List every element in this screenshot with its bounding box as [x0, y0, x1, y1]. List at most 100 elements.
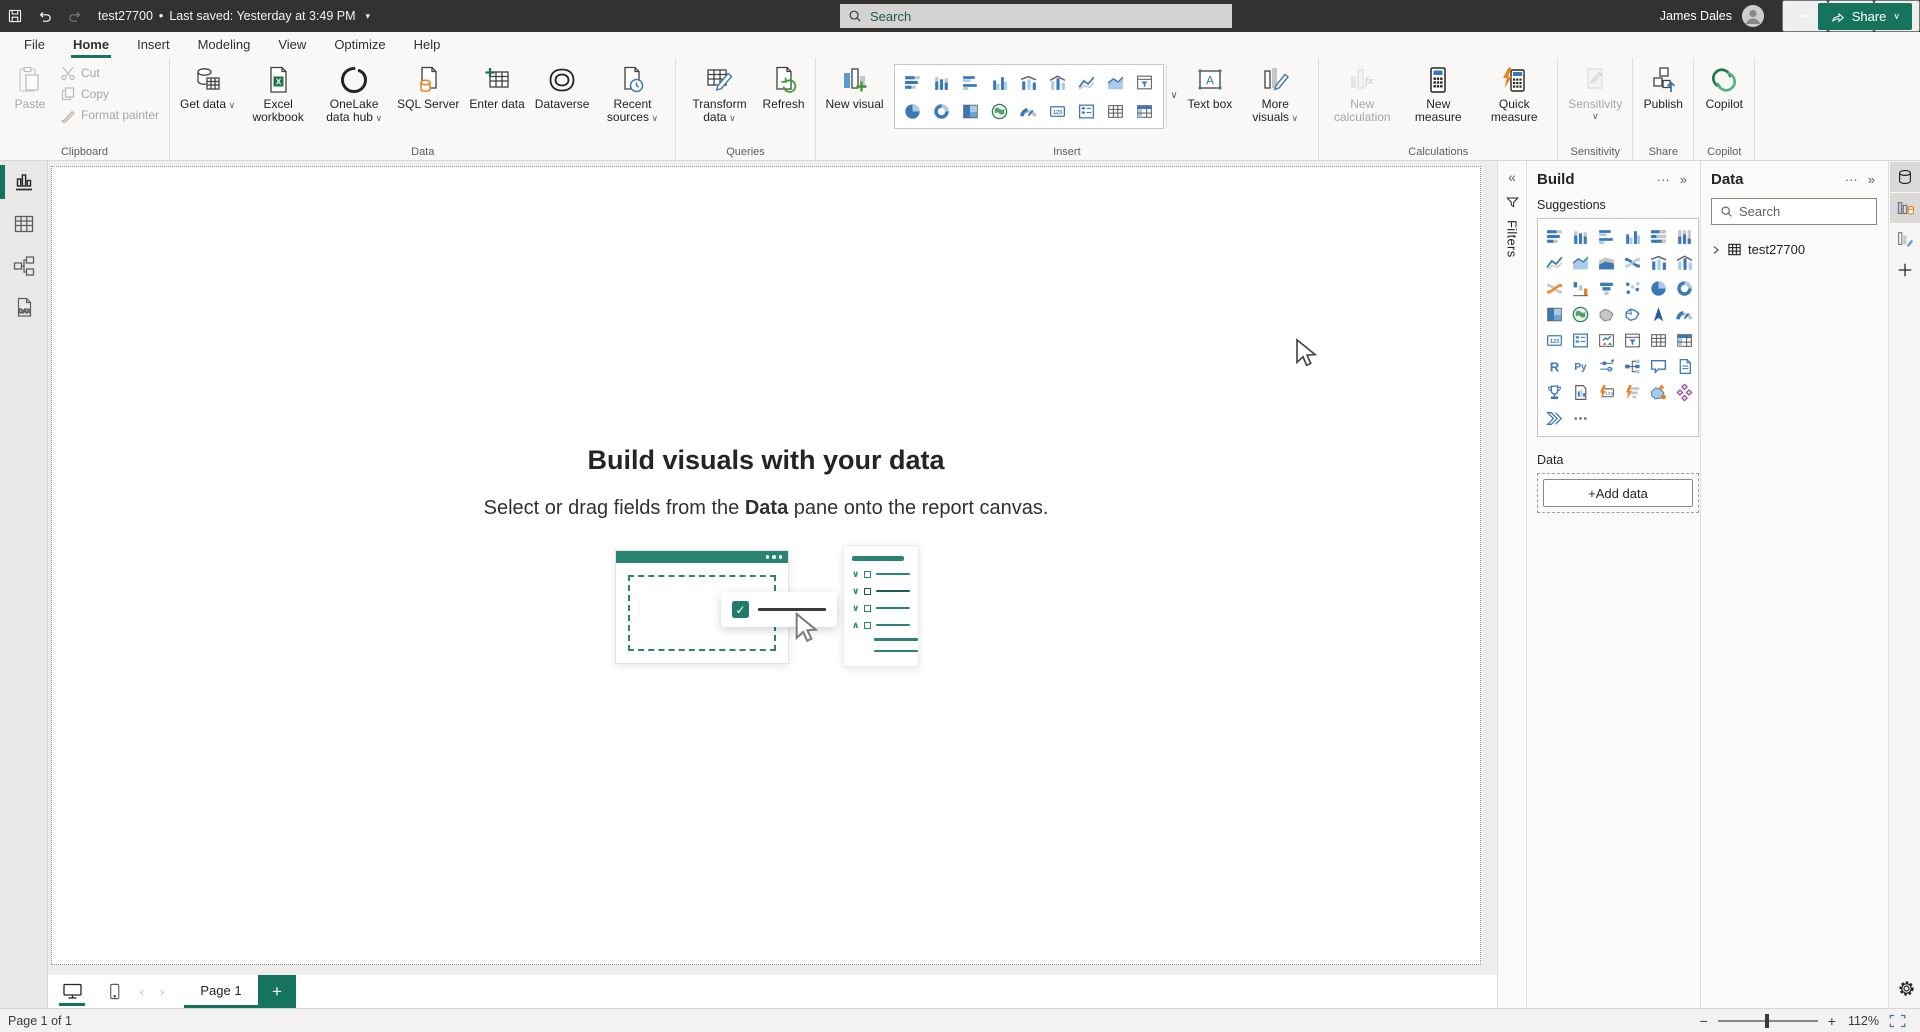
line-and-clustered-column-chart-visual-button[interactable]: [1046, 69, 1070, 95]
stacked-area-chart-suggestion[interactable]: [1594, 250, 1619, 275]
refresh-button[interactable]: Refresh: [758, 62, 808, 114]
zoom-in-button[interactable]: +: [1826, 1013, 1838, 1029]
global-search[interactable]: [840, 4, 1232, 28]
funnel-chart-suggestion[interactable]: [1594, 276, 1619, 301]
menu-tab-view[interactable]: View: [264, 33, 320, 58]
gauge-visual-button[interactable]: [1017, 98, 1041, 124]
waterfall-chart-suggestion[interactable]: [1568, 276, 1593, 301]
line-and-stacked-column-chart-visual-button[interactable]: [1017, 69, 1041, 95]
power-bi-report-suggestion[interactable]: [1568, 380, 1593, 405]
zoom-track[interactable]: [1718, 1020, 1818, 1022]
zoom-handle[interactable]: [1765, 1014, 1769, 1028]
line-and-stacked-column-chart-suggestion[interactable]: [1646, 250, 1671, 275]
clustered-column-chart-visual-button[interactable]: [988, 69, 1012, 95]
new-page-button[interactable]: +: [258, 975, 296, 1008]
format-painter-button[interactable]: Format painter: [56, 106, 163, 124]
filters-pane-label[interactable]: Filters: [1505, 220, 1520, 258]
fit-to-page-icon[interactable]: [1889, 1014, 1906, 1028]
line-and-clustered-column-chart-suggestion[interactable]: [1672, 250, 1697, 275]
line-chart-visual-button[interactable]: [1075, 69, 1099, 95]
donut-chart-suggestion[interactable]: [1672, 276, 1697, 301]
stacked-bar-chart-suggestion[interactable]: [1542, 224, 1567, 249]
mobile-layout-button[interactable]: [96, 975, 132, 1008]
sql-server-button[interactable]: SQL Server: [393, 62, 463, 114]
python-visual-suggestion[interactable]: Py: [1568, 354, 1593, 379]
more-visuals-button[interactable]: More visuals ∨: [1238, 62, 1312, 128]
filled-map-suggestion[interactable]: [1594, 302, 1619, 327]
decomposition-tree-suggestion[interactable]: [1620, 354, 1645, 379]
sensitivity-button[interactable]: Sensitivity∨: [1564, 62, 1626, 125]
q-and-a-suggestion[interactable]: [1646, 354, 1671, 379]
new-calculation-button[interactable]: fxNew calculation: [1325, 62, 1399, 127]
multi-row-card-visual-button[interactable]: [1075, 98, 1099, 124]
chevron-right-icon[interactable]: [1711, 245, 1721, 255]
title-dropdown-caret[interactable]: ▾: [366, 11, 371, 22]
menu-tab-modeling[interactable]: Modeling: [184, 33, 265, 58]
100-stacked-bar-chart-suggestion[interactable]: [1646, 224, 1671, 249]
data-search[interactable]: [1711, 198, 1877, 225]
shape-map-suggestion[interactable]: [1620, 302, 1645, 327]
field-item-test27700[interactable]: test27700: [1711, 239, 1880, 260]
document-title[interactable]: test27700 • Last saved: Yesterday at 3:4…: [98, 9, 370, 23]
area-chart-visual-button[interactable]: [1104, 69, 1128, 95]
gallery-expand-icon[interactable]: ∨: [1166, 64, 1182, 127]
get-data-button[interactable]: Get data ∨: [176, 62, 239, 115]
zoom-out-button[interactable]: −: [1698, 1013, 1710, 1029]
menu-tab-optimize[interactable]: Optimize: [320, 33, 399, 58]
line-chart-suggestion[interactable]: [1542, 250, 1567, 275]
clustered-bar-chart-suggestion[interactable]: [1594, 224, 1619, 249]
build-pane-collapse-icon[interactable]: »: [1675, 172, 1692, 187]
clustered-column-chart-suggestion[interactable]: [1620, 224, 1645, 249]
data-pane-toggle[interactable]: [1890, 162, 1920, 192]
recent-sources-button[interactable]: Recent sources ∨: [595, 62, 669, 128]
quick-measure-button[interactable]: Quick measure: [1477, 62, 1551, 127]
matrix-visual-button[interactable]: [1133, 98, 1157, 124]
save-icon[interactable]: [0, 0, 30, 32]
stacked-bar-chart-visual-button[interactable]: [901, 69, 925, 95]
sidebar-item-report-view[interactable]: [0, 161, 48, 203]
paste-button[interactable]: Paste: [6, 62, 54, 114]
card-visual-button[interactable]: 123: [1046, 98, 1070, 124]
paginated-report-suggestion[interactable]: [1672, 354, 1697, 379]
data-pane-collapse-icon[interactable]: »: [1863, 172, 1880, 187]
build-pane-toggle[interactable]: [1890, 193, 1920, 223]
publish-button[interactable]: Publish: [1639, 62, 1687, 114]
onelake-data-hub-button[interactable]: OneLake data hub ∨: [317, 62, 391, 128]
gauge-suggestion[interactable]: [1672, 302, 1697, 327]
dataverse-button[interactable]: Dataverse: [531, 62, 594, 114]
table-visual-button[interactable]: [1104, 98, 1128, 124]
ribbon-chart-suggestion[interactable]: [1620, 250, 1645, 275]
format-pane-toggle[interactable]: [1890, 224, 1920, 254]
treemap-suggestion[interactable]: [1542, 302, 1567, 327]
parameters-suggestion[interactable]: [1594, 354, 1619, 379]
add-data-button[interactable]: +Add data: [1543, 479, 1693, 507]
share-button[interactable]: Share ∨: [1818, 3, 1912, 30]
menu-tab-file[interactable]: File: [10, 33, 59, 58]
power-apps-visual-suggestion[interactable]: 123: [1594, 380, 1619, 405]
new-visual-button[interactable]: New visual: [822, 62, 888, 114]
pie-chart-suggestion[interactable]: [1646, 276, 1671, 301]
text-box-button[interactable]: AText box: [1184, 62, 1237, 114]
copy-button[interactable]: Copy: [56, 85, 163, 103]
avatar[interactable]: [1742, 5, 1764, 27]
100-stacked-column-chart-suggestion[interactable]: [1672, 224, 1697, 249]
arcgis-map-suggestion[interactable]: [1672, 380, 1697, 405]
r-script-visual-suggestion[interactable]: R: [1542, 354, 1567, 379]
build-pane-more-icon[interactable]: ···: [1652, 172, 1675, 187]
search-input[interactable]: [870, 9, 1224, 24]
power-automate-visual-suggestion[interactable]: [1620, 380, 1645, 405]
transform-data-button[interactable]: Transform data ∨: [682, 62, 756, 128]
menu-tab-home[interactable]: Home: [59, 33, 123, 58]
clustered-bar-chart-visual-button[interactable]: [959, 69, 983, 95]
kpi-suggestion[interactable]: [1594, 328, 1619, 353]
user-name[interactable]: James Dales: [1660, 9, 1732, 23]
metrics-suggestion[interactable]: [1542, 380, 1567, 405]
enter-data-button[interactable]: Enter data: [465, 62, 528, 114]
azure-map-suggestion[interactable]: [1646, 302, 1671, 327]
card-suggestion[interactable]: 123: [1542, 328, 1567, 353]
slicer-visual-button[interactable]: [1133, 69, 1157, 95]
report-canvas[interactable]: Build visuals with your data Select or d…: [51, 166, 1481, 965]
new-measure-button[interactable]: New measure: [1401, 62, 1475, 127]
treemap-visual-button[interactable]: [959, 98, 983, 124]
next-page-button[interactable]: ›: [152, 975, 172, 1008]
